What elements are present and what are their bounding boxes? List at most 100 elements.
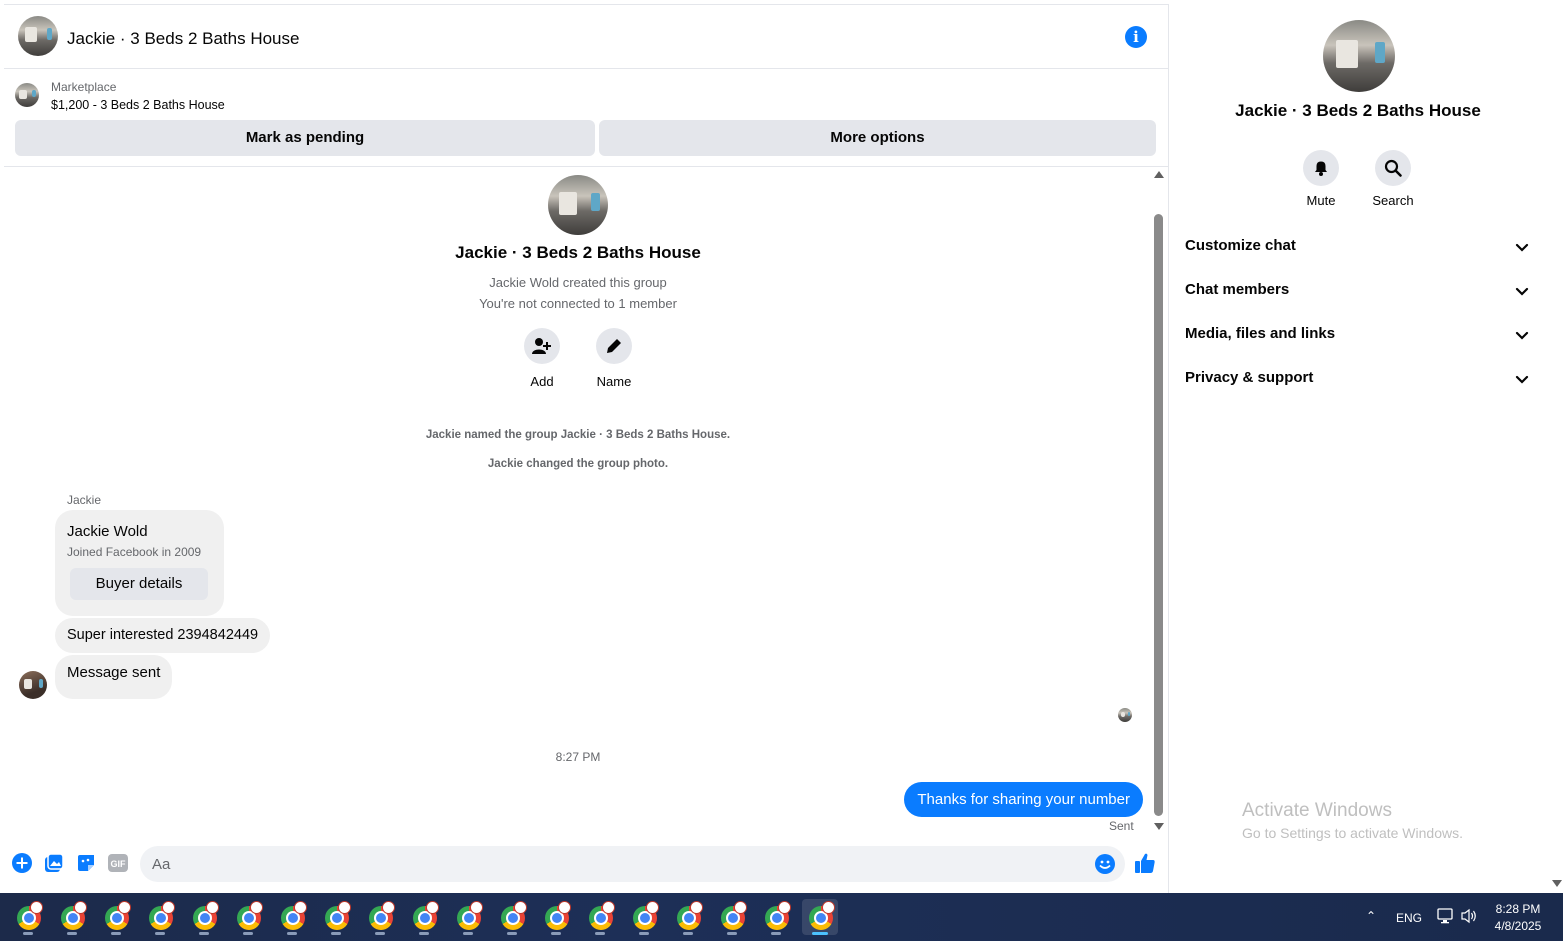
intro-group-avatar [548, 175, 608, 235]
add-member-button[interactable]: Add [512, 328, 572, 389]
volume-icon[interactable] [1461, 908, 1479, 929]
taskbar-chrome-window[interactable] [538, 899, 574, 935]
system-message-photo: Jackie changed the group photo. [487, 458, 669, 470]
message-scrollbar[interactable] [1153, 169, 1165, 834]
bell-icon [1303, 150, 1339, 186]
system-message-named: Jackie named the group Jackie · 3 Beds 2… [425, 429, 731, 441]
details-title: Jackie · 3 Beds 2 Baths House [1235, 101, 1481, 120]
running-indicator [331, 932, 341, 935]
buyer-details-button[interactable]: Buyer details [70, 568, 208, 600]
group-avatar[interactable] [18, 16, 58, 56]
language-indicator[interactable]: ENG [1396, 911, 1422, 925]
scroll-down-arrow-icon[interactable] [1154, 823, 1164, 830]
chat-header: Jackie · 3 Beds 2 Baths House i [4, 5, 1168, 69]
mute-button[interactable]: Mute [1289, 150, 1353, 208]
scroll-down-arrow-icon[interactable] [1552, 880, 1562, 887]
chevron-down-icon [1515, 371, 1529, 389]
mark-as-pending-button[interactable]: Mark as pending [15, 120, 595, 156]
section-privacy-support[interactable]: Privacy & support [1170, 360, 1546, 396]
message-bubble-incoming[interactable]: Super interested 2394842449 [55, 618, 271, 653]
profile-badge-icon [162, 901, 175, 914]
message-input[interactable] [140, 846, 1125, 882]
profile-badge-icon [734, 901, 747, 914]
section-label: Privacy & support [1185, 369, 1314, 386]
listing-thumbnail[interactable] [15, 83, 39, 107]
taskbar-chrome-window[interactable] [10, 899, 46, 935]
scroll-thumb[interactable] [1154, 214, 1163, 816]
running-indicator [812, 932, 828, 935]
taskbar-chrome-window[interactable] [450, 899, 486, 935]
message-bubble-incoming[interactable]: Message sent [55, 655, 173, 699]
show-hidden-icons-chevron-icon[interactable]: ⌃ [1366, 909, 1376, 923]
sticker-icon[interactable] [75, 852, 97, 874]
network-icon[interactable] [1437, 908, 1455, 929]
details-group-avatar[interactable] [1323, 20, 1395, 92]
running-indicator [375, 932, 385, 935]
taskbar-chrome-window[interactable] [274, 899, 310, 935]
message-bubble-outgoing[interactable]: Thanks for sharing your number [904, 782, 1143, 817]
plus-circle-icon[interactable] [11, 852, 33, 874]
gif-label: GIF [111, 859, 127, 869]
profile-badge-icon [74, 901, 87, 914]
page-scrollbar[interactable] [1549, 4, 1563, 893]
info-icon[interactable]: i [1125, 26, 1147, 48]
taskbar-chrome-window[interactable] [714, 899, 750, 935]
more-options-button[interactable]: More options [599, 120, 1156, 156]
intro-title: Jackie · 3 Beds 2 Baths House [455, 243, 701, 262]
taskbar-chrome-window[interactable] [626, 899, 662, 935]
taskbar-chrome-window[interactable] [230, 899, 266, 935]
taskbar-chrome-window[interactable] [802, 899, 838, 935]
taskbar-chrome-window[interactable] [494, 899, 530, 935]
running-indicator [243, 932, 253, 935]
chevron-down-icon [1515, 239, 1529, 257]
scroll-up-arrow-icon[interactable] [1154, 171, 1164, 178]
image-gallery-icon[interactable] [43, 852, 65, 874]
taskbar-chrome-window[interactable] [758, 899, 794, 935]
taskbar-chrome-window[interactable] [582, 899, 618, 935]
chat-details-panel: Jackie · 3 Beds 2 Baths House Mute Searc… [1170, 4, 1549, 893]
clock-time[interactable]: 8:28 PM [1480, 902, 1556, 916]
card-joined-text: Joined Facebook in 2009 [67, 545, 202, 559]
profile-badge-icon [250, 901, 263, 914]
taskbar-chrome-window[interactable] [670, 899, 706, 935]
sender-avatar[interactable] [19, 671, 47, 699]
name-group-button[interactable]: Name [584, 328, 644, 389]
section-customize-chat[interactable]: Customize chat [1170, 228, 1546, 264]
section-chat-members[interactable]: Chat members [1170, 272, 1546, 308]
running-indicator [639, 932, 649, 935]
search-button[interactable]: Search [1361, 150, 1425, 208]
intro-created-text: Jackie Wold created this group [489, 275, 667, 290]
sender-name-label: Jackie [67, 493, 102, 507]
running-indicator [463, 932, 473, 935]
emoji-icon[interactable] [1095, 854, 1115, 874]
running-indicator [23, 932, 33, 935]
section-media-files-links[interactable]: Media, files and links [1170, 316, 1546, 352]
taskbar-chrome-window[interactable] [318, 899, 354, 935]
running-indicator [67, 932, 77, 935]
section-label: Customize chat [1185, 237, 1296, 254]
taskbar-chrome-window[interactable] [362, 899, 398, 935]
listing-price-title[interactable]: $1,200 - 3 Beds 2 Baths House [51, 98, 225, 112]
gif-icon[interactable]: GIF [107, 852, 129, 874]
chevron-down-icon [1515, 327, 1529, 345]
name-label: Name [596, 374, 632, 389]
chat-title[interactable]: Jackie · 3 Beds 2 Baths House [67, 29, 299, 49]
search-icon [1375, 150, 1411, 186]
mute-label: Mute [1306, 193, 1336, 208]
profile-badge-icon [382, 901, 395, 914]
thumbs-up-icon[interactable] [1134, 852, 1156, 874]
clock-date[interactable]: 4/8/2025 [1480, 919, 1556, 933]
taskbar-chrome-window[interactable] [98, 899, 134, 935]
taskbar-chrome-window[interactable] [186, 899, 222, 935]
running-indicator [111, 932, 121, 935]
taskbar-chrome-window[interactable] [142, 899, 178, 935]
windows-taskbar: ⌃ ENG 8:28 PM 4/8/2025 [0, 893, 1563, 941]
taskbar-chrome-window[interactable] [54, 899, 90, 935]
running-indicator [727, 932, 737, 935]
profile-badge-icon [514, 901, 527, 914]
activate-windows-watermark: Activate Windows Go to Settings to activ… [1242, 800, 1463, 841]
add-person-icon [524, 328, 560, 364]
taskbar-chrome-window[interactable] [406, 899, 442, 935]
profile-badge-icon [690, 901, 703, 914]
message-timestamp: 8:27 PM [555, 750, 601, 764]
